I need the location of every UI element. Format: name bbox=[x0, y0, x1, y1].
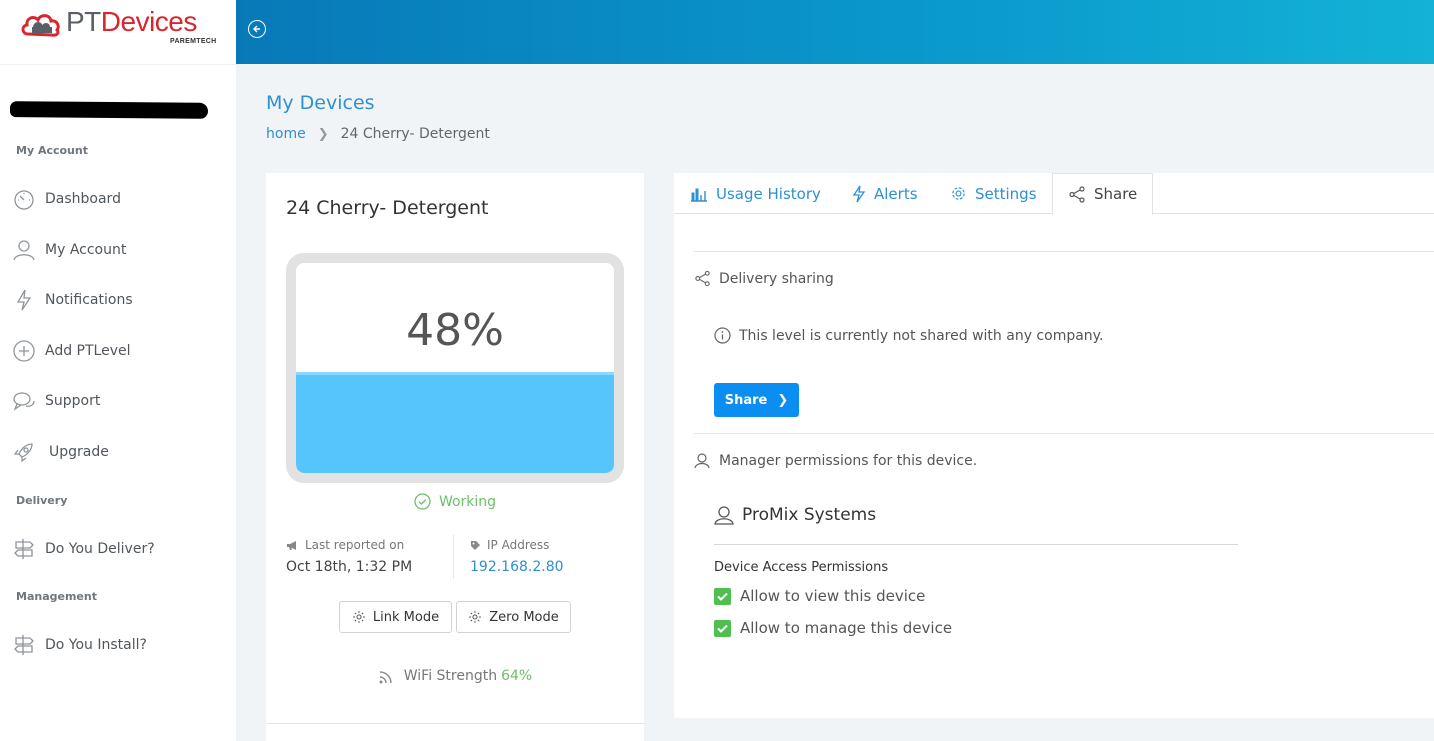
sidebar-item-do-you-install[interactable]: Do You Install? bbox=[12, 631, 147, 659]
gear-icon bbox=[469, 611, 482, 623]
info-divider bbox=[453, 535, 454, 579]
bolt-icon bbox=[852, 185, 866, 202]
wifi-value: 64% bbox=[501, 668, 533, 684]
checkbox-checked-icon bbox=[714, 587, 731, 605]
user-icon bbox=[13, 240, 35, 261]
sidebar-item-my-account[interactable]: My Account bbox=[12, 236, 126, 264]
sidebar-item-label: My Account bbox=[45, 242, 127, 258]
section-divider bbox=[694, 433, 1434, 434]
gear-icon bbox=[353, 611, 365, 623]
permissions-title: Device Access Permissions bbox=[714, 560, 889, 575]
permission-view-checkbox[interactable]: Allow to view this device bbox=[714, 587, 925, 605]
bolt-icon bbox=[16, 289, 32, 311]
status-text: Working bbox=[438, 493, 497, 510]
sidebar-item-add-ptlevel[interactable]: Add PTLevel bbox=[12, 337, 131, 365]
last-reported-label: Last reported on bbox=[286, 538, 404, 552]
sidebar-item-label: Dashboard bbox=[45, 191, 121, 207]
logo-subtitle: PAREMTECH bbox=[170, 38, 217, 45]
wifi-label: WiFi Strength bbox=[403, 668, 498, 684]
device-detail-panel: Usage History Alerts Settings Share Deli… bbox=[674, 173, 1434, 718]
arrow-left-icon bbox=[253, 25, 260, 33]
sidebar: PTDevices PAREMTECH My Account Dashboard… bbox=[0, 0, 236, 741]
company-divider bbox=[714, 544, 1238, 545]
share-icon bbox=[695, 270, 710, 287]
link-mode-button[interactable]: Link Mode bbox=[339, 601, 452, 633]
wifi-icon bbox=[379, 671, 392, 684]
sidebar-item-label: Add PTLevel bbox=[45, 343, 131, 359]
sidebar-item-label: Upgrade bbox=[49, 444, 109, 460]
sidebar-item-label: Support bbox=[45, 393, 101, 409]
zero-mode-button[interactable]: Zero Mode bbox=[456, 601, 571, 633]
gear-icon bbox=[952, 187, 965, 200]
info-icon bbox=[714, 327, 731, 344]
card-divider bbox=[266, 723, 644, 724]
breadcrumb-current: 24 Cherry- Detergent bbox=[340, 126, 490, 142]
user-icon bbox=[714, 506, 734, 525]
sidebar-item-upgrade[interactable]: Upgrade bbox=[12, 438, 109, 466]
tab-settings[interactable]: Settings bbox=[950, 173, 1037, 214]
level-fill bbox=[296, 372, 614, 473]
section-label-management: Management bbox=[16, 590, 97, 603]
last-reported-value: Oct 18th, 1:32 PM bbox=[286, 559, 413, 575]
top-bar bbox=[236, 0, 1434, 64]
redacted-username bbox=[9, 101, 209, 119]
tag-icon bbox=[471, 540, 480, 550]
sidebar-divider bbox=[0, 64, 236, 65]
megaphone-icon bbox=[287, 540, 296, 550]
collapse-sidebar-button[interactable] bbox=[248, 20, 266, 38]
user-manager-icon bbox=[694, 453, 710, 469]
tab-bar: Usage History Alerts Settings Share bbox=[674, 173, 1434, 215]
tab-share[interactable]: Share bbox=[1052, 173, 1154, 215]
check-circle-icon bbox=[414, 493, 431, 510]
sidebar-item-notifications[interactable]: Notifications bbox=[12, 286, 133, 314]
wifi-strength: WiFi Strength 64% bbox=[266, 667, 644, 685]
chat-icon bbox=[13, 392, 35, 411]
chevron-right-icon: ❯ bbox=[777, 392, 789, 408]
signpost-icon bbox=[14, 635, 34, 655]
device-card: 24 Cherry- Detergent 48% Working Last re… bbox=[266, 173, 644, 741]
section-divider bbox=[694, 251, 1434, 252]
sidebar-item-dashboard[interactable]: Dashboard bbox=[12, 185, 121, 213]
sidebar-item-label: Do You Deliver? bbox=[45, 541, 155, 557]
sidebar-item-do-you-deliver[interactable]: Do You Deliver? bbox=[12, 535, 155, 563]
breadcrumb: home ❯ 24 Cherry- Detergent bbox=[266, 126, 490, 142]
ip-address-label: IP Address bbox=[470, 538, 549, 552]
level-tank: 48% bbox=[286, 253, 624, 483]
gauge-icon bbox=[14, 190, 34, 210]
device-status: Working bbox=[266, 493, 644, 510]
manager-permissions-heading: Manager permissions for this device. bbox=[694, 452, 977, 469]
logo-text: PTDevices bbox=[66, 6, 197, 37]
checkbox-checked-icon bbox=[714, 619, 731, 637]
sidebar-item-support[interactable]: Support bbox=[12, 387, 100, 415]
logo[interactable]: PTDevices PAREMTECH bbox=[0, 0, 236, 64]
bar-chart-icon bbox=[691, 188, 707, 202]
company-name: ProMix Systems bbox=[714, 505, 876, 525]
plus-circle-icon bbox=[13, 340, 35, 362]
tab-usage-history[interactable]: Usage History bbox=[690, 173, 821, 214]
section-label-my-account: My Account bbox=[16, 144, 88, 157]
permission-manage-checkbox[interactable]: Allow to manage this device bbox=[714, 619, 952, 637]
ip-address-value: 192.168.2.80 bbox=[470, 559, 564, 575]
sidebar-item-label: Notifications bbox=[45, 292, 133, 308]
page-title: My Devices bbox=[266, 92, 375, 114]
breadcrumb-home-link[interactable]: home bbox=[266, 126, 306, 142]
section-label-delivery: Delivery bbox=[16, 494, 68, 507]
signpost-icon bbox=[14, 539, 34, 559]
not-shared-message: This level is currently not shared with … bbox=[714, 327, 1103, 344]
share-icon bbox=[1069, 185, 1085, 203]
cloud-logo-icon bbox=[21, 14, 60, 37]
share-button[interactable]: Share ❯ bbox=[714, 383, 799, 417]
rocket-icon bbox=[13, 443, 33, 463]
delivery-sharing-heading: Delivery sharing bbox=[694, 270, 834, 287]
level-percent: 48% bbox=[406, 305, 504, 356]
tab-alerts[interactable]: Alerts bbox=[852, 173, 918, 214]
sidebar-item-label: Do You Install? bbox=[45, 637, 147, 653]
chevron-right-icon: ❯ bbox=[317, 126, 329, 142]
device-name: 24 Cherry- Detergent bbox=[286, 197, 489, 219]
